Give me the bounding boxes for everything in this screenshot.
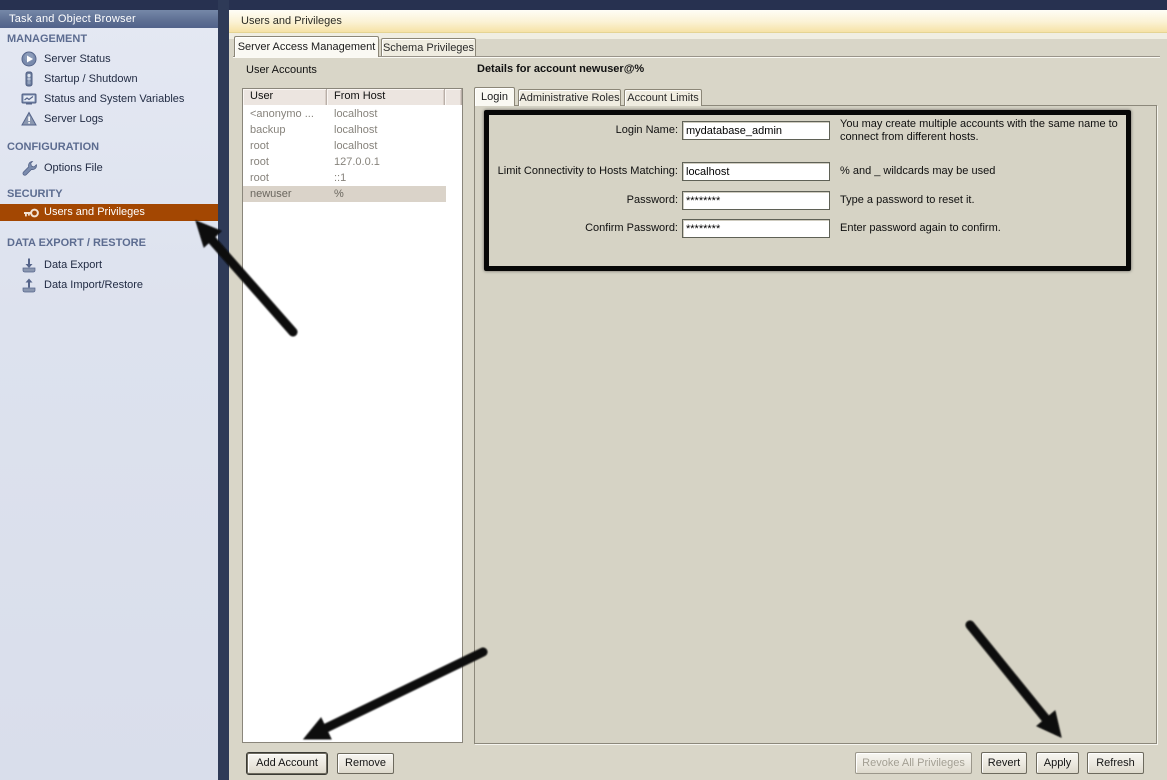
tab-administrative-roles[interactable]: Administrative Roles (518, 89, 621, 106)
annotation-rectangle (484, 110, 1131, 271)
sidebar-item-label: Data Import/Restore (44, 276, 143, 294)
revert-button[interactable]: Revert (981, 752, 1027, 774)
cell-user: backup (250, 122, 285, 138)
panel-title-bar: Users and Privileges (229, 10, 1167, 33)
sidebar-item-label: Options File (44, 159, 103, 177)
sidebar-item-label: Data Export (44, 256, 102, 274)
tab-login[interactable]: Login (474, 87, 515, 106)
wrench-icon (21, 160, 37, 176)
user-row-newuser-selected[interactable]: newuser % (243, 186, 446, 202)
user-row-root-127001[interactable]: root 127.0.0.1 (243, 154, 462, 170)
add-account-button[interactable]: Add Account (247, 753, 327, 774)
cell-from-host: 127.0.0.1 (334, 154, 380, 170)
refresh-button[interactable]: Refresh (1087, 752, 1144, 774)
sidebar-item-options-file[interactable]: Options File (0, 159, 218, 177)
sidebar-item-data-import-restore[interactable]: Data Import/Restore (0, 276, 218, 294)
cell-from-host: localhost (334, 106, 377, 122)
sidebar-item-label: Startup / Shutdown (44, 70, 138, 88)
data-export-icon (21, 257, 37, 273)
section-management: MANAGEMENT (7, 33, 87, 45)
data-import-icon (21, 277, 37, 293)
sidebar-title: Task and Object Browser (0, 10, 218, 28)
sidebar-main-divider (218, 0, 229, 780)
server-logs-icon (21, 111, 37, 127)
startup-shutdown-icon (21, 71, 37, 87)
cell-from-host: localhost (334, 122, 377, 138)
sidebar-item-server-logs[interactable]: Server Logs (0, 110, 218, 128)
key-icon (23, 205, 39, 221)
sidebar-item-data-export[interactable]: Data Export (0, 256, 218, 274)
cell-user: newuser (250, 186, 292, 202)
cell-from-host: ::1 (334, 170, 346, 186)
panel-title: Users and Privileges (241, 15, 342, 27)
window-top-strip (0, 0, 1167, 10)
user-accounts-list: User From Host <anonymo ... localhost ba… (242, 88, 463, 743)
remove-button[interactable]: Remove (337, 753, 394, 774)
revoke-all-privileges-button: Revoke All Privileges (855, 752, 972, 774)
sidebar-item-label: Users and Privileges (44, 204, 145, 221)
sidebar-item-startup-shutdown[interactable]: Startup / Shutdown (0, 70, 218, 88)
details-title: Details for account newuser@% (477, 63, 644, 75)
sidebar-item-label: Status and System Variables (44, 90, 184, 108)
tab-schema-privileges[interactable]: Schema Privileges (381, 38, 476, 57)
cell-from-host: localhost (334, 138, 377, 154)
server-status-icon (21, 51, 37, 67)
column-header-from-host[interactable]: From Host (327, 89, 445, 105)
user-row-root-localhost[interactable]: root localhost (243, 138, 462, 154)
tab-server-access-management[interactable]: Server Access Management (234, 36, 379, 57)
cell-user: root (250, 170, 269, 186)
cell-user: <anonymo ... (250, 106, 314, 122)
cell-from-host: % (334, 186, 344, 202)
user-row-anonymous[interactable]: <anonymo ... localhost (243, 106, 462, 122)
task-object-browser-sidebar: Task and Object Browser MANAGEMENT Serve… (0, 10, 218, 780)
cell-user: root (250, 154, 269, 170)
column-header-spacer (445, 89, 462, 105)
system-variables-icon (21, 91, 37, 107)
cell-user: root (250, 138, 269, 154)
user-row-root-ipv6[interactable]: root ::1 (243, 170, 462, 186)
sidebar-item-server-status[interactable]: Server Status (0, 50, 218, 68)
user-row-backup[interactable]: backup localhost (243, 122, 462, 138)
section-configuration: CONFIGURATION (7, 141, 99, 153)
apply-button[interactable]: Apply (1036, 752, 1079, 774)
section-data-export-restore: DATA EXPORT / RESTORE (7, 237, 146, 249)
mysql-workbench-admin-window: Task and Object Browser MANAGEMENT Serve… (0, 0, 1167, 780)
column-header-user[interactable]: User (243, 89, 327, 105)
sidebar-item-status-system-variables[interactable]: Status and System Variables (0, 90, 218, 108)
user-accounts-label: User Accounts (246, 64, 317, 76)
sidebar-item-label: Server Status (44, 50, 111, 68)
sidebar-item-label: Server Logs (44, 110, 103, 128)
section-security: SECURITY (7, 188, 63, 200)
sidebar-item-users-and-privileges[interactable]: Users and Privileges (0, 204, 218, 221)
tab-account-limits[interactable]: Account Limits (624, 89, 702, 106)
